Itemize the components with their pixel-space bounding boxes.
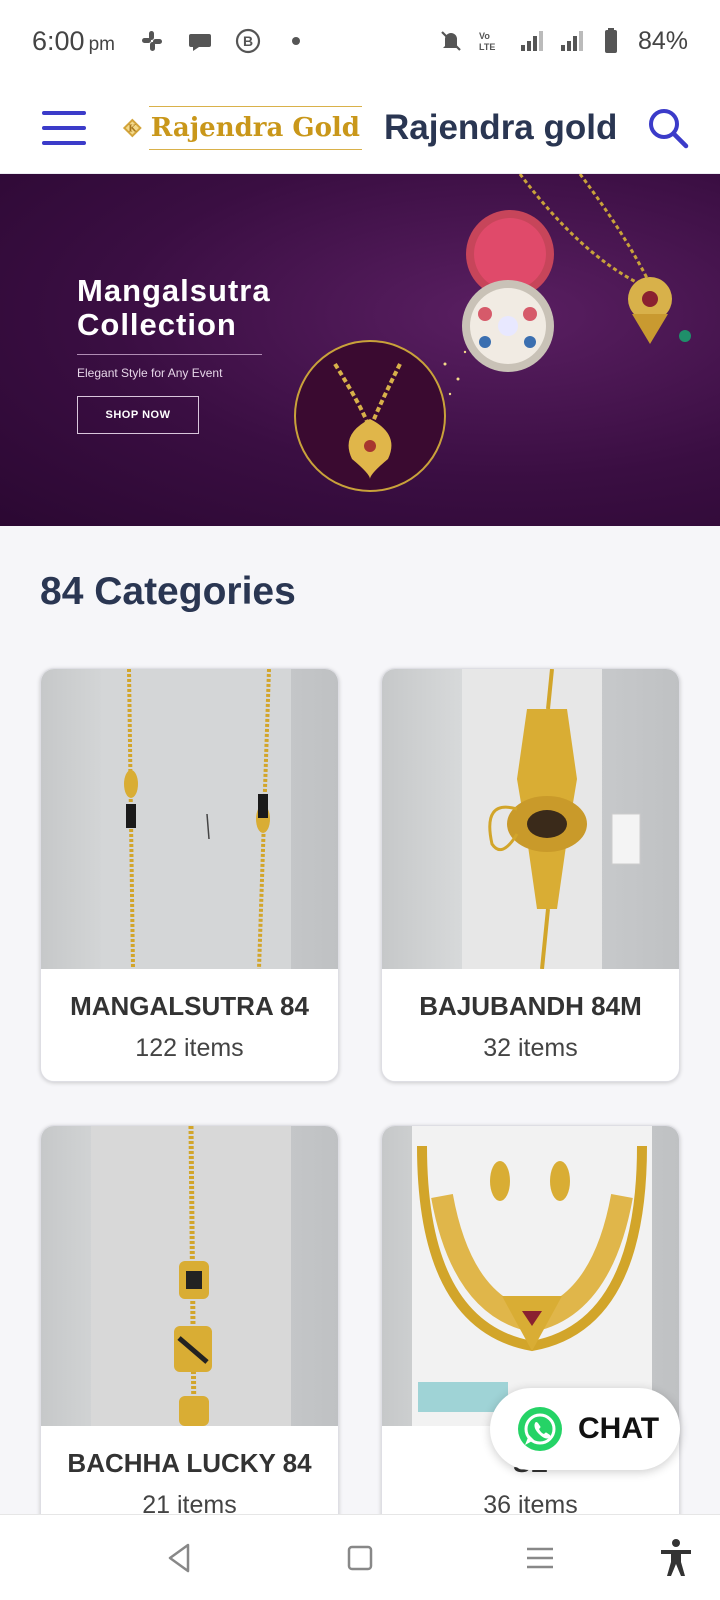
slack-icon: [141, 31, 162, 51]
signal-icon: [560, 31, 583, 51]
category-image: [382, 669, 679, 969]
chat-label: CHAT: [578, 1412, 660, 1445]
menu-line: [42, 125, 86, 130]
banner-divider: [77, 354, 262, 355]
bajubandh-image: [462, 669, 641, 969]
volte-icon: Vo LTE: [479, 31, 495, 52]
b-badge-icon: B: [235, 28, 261, 54]
category-card[interactable]: BAJUBANDH 84M 32 items: [381, 668, 680, 1082]
search-icon[interactable]: [646, 106, 690, 150]
dot-icon: [291, 37, 300, 45]
menu-button[interactable]: [42, 110, 86, 145]
home-icon[interactable]: [337, 1535, 383, 1581]
svg-text:B: B: [243, 33, 253, 49]
signal-icon: [520, 31, 543, 51]
svg-text:Vo: Vo: [479, 31, 490, 41]
promo-banner[interactable]: Mangalsutra Collection Elegant Style for…: [0, 174, 720, 526]
category-count: 122 items: [135, 1034, 244, 1062]
category-image: [41, 1126, 338, 1426]
status-ampm: pm: [88, 33, 115, 55]
notification-icons: B: [139, 28, 309, 54]
brand-logo[interactable]: K Rajendra Gold: [122, 100, 362, 156]
banner-jewelry-image: [294, 174, 691, 492]
app-title: Rajendra gold: [384, 107, 618, 147]
mute-icon: [441, 31, 461, 51]
logo-emblem-icon: K: [122, 118, 142, 137]
app-bar: K Rajendra Gold Rajendra gold: [0, 82, 720, 174]
category-name: BACHHA LUCKY 84: [67, 1448, 312, 1478]
whatsapp-chat-button[interactable]: CHAT: [490, 1388, 680, 1470]
category-name: BAJUBANDH 84M: [419, 991, 642, 1021]
banner-title-line1: Mangalsutra: [77, 273, 271, 308]
category-card[interactable]: MANGALSUTRA 84 122 items: [40, 668, 339, 1082]
system-status: Vo LTE 84%: [438, 27, 688, 56]
category-name: MANGALSUTRA 84: [70, 991, 309, 1021]
battery-icon: [604, 28, 617, 53]
back-icon[interactable]: [156, 1535, 202, 1581]
banner-title-line2: Collection: [77, 307, 237, 342]
category-card[interactable]: BACHHA LUCKY 84 21 items: [40, 1125, 339, 1539]
battery-percent: 84%: [637, 26, 688, 55]
menu-line: [42, 140, 86, 145]
bachha-lucky-image: [91, 1126, 291, 1426]
category-image: [382, 1126, 679, 1426]
menu-line: [42, 110, 86, 115]
status-bar: 6:00 pm B Vo LTE 84%: [0, 0, 720, 82]
screen: 6:00 pm B Vo LTE 84% K Rajendra Gold Raj…: [0, 0, 720, 1600]
status-time-value: 6:00: [32, 25, 85, 56]
logo-text: Rajendra Gold: [148, 105, 362, 150]
banner-subtitle: Elegant Style for Any Event: [77, 366, 223, 380]
banner-title: Mangalsutra Collection: [77, 274, 271, 342]
system-nav-bar: [0, 1514, 720, 1600]
whatsapp-icon: [518, 1407, 562, 1451]
categories-heading: 84 Categories: [40, 570, 296, 613]
svg-text:LTE: LTE: [479, 42, 495, 52]
category-image: [41, 669, 338, 969]
status-time: 6:00 pm: [32, 26, 115, 57]
mangalsutra-image: [101, 669, 291, 969]
category-card[interactable]: SE 36 items: [381, 1125, 680, 1539]
recents-icon[interactable]: [517, 1535, 563, 1581]
shop-now-button[interactable]: SHOP NOW: [77, 396, 199, 434]
accessibility-icon[interactable]: [653, 1535, 699, 1581]
category-count: 32 items: [483, 1034, 578, 1062]
chat-bubble-icon: [188, 34, 211, 51]
set-necklace-image: [412, 1126, 652, 1426]
svg-text:K: K: [128, 123, 137, 134]
